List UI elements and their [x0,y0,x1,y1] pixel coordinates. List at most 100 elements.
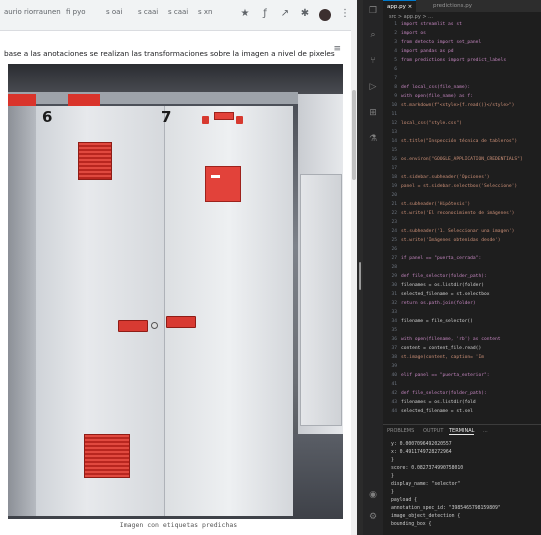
explorer-icon[interactable]: ❐ [368,6,378,16]
tab-output[interactable]: OUTPUT [423,428,443,434]
tab-label: app.py [387,4,406,10]
code-line: st.subheader('1. Seleccionar una imagen'… [401,229,515,234]
breadcrumb[interactable]: src > app.py > ... [389,14,433,20]
activity-bar: ❐ ⌕ ⑂ ▷ ⊞ ⚗ ◉ ⚙ [363,0,383,535]
puzzle-icon[interactable]: ✱ [299,8,311,22]
tab-terminal[interactable]: TERMINAL [449,428,475,435]
terminal[interactable]: y: 0.0007096492020557 x: 0.49117497282729… [383,438,541,535]
line-number: 16 [391,157,397,162]
line-number: 20 [391,193,397,198]
code-line: st.title("Inspección técnica de tableros… [401,139,518,144]
line-number: 8 [394,85,397,90]
page-menu-icon[interactable]: ≡ [333,44,341,54]
code-line: st.subheader('Hipótesis') [401,202,471,207]
bookmark-item[interactable]: s xn [198,8,212,16]
line-number: 35 [391,328,397,333]
tab-label: predictions.py [433,3,472,9]
search-icon[interactable]: ⌕ [368,30,378,40]
line-number: 44 [391,409,397,414]
line-number: 15 [391,148,397,153]
bookmark-item[interactable]: fi pyo [66,8,86,16]
tab-problems[interactable]: PROBLEMS [387,428,414,434]
terminal-line: payload { [391,498,417,503]
code-line: with open(file_name) as f: [401,94,473,99]
source-control-icon[interactable]: ⑂ [368,56,378,66]
warning-plate [205,166,241,202]
code-line: filename = file_selector() [401,319,473,324]
editor-tabs: app.py × predictions.py [383,0,541,13]
cabinet-side [8,106,36,516]
background-cabinet [300,174,342,426]
bookmark-item[interactable]: s caai [168,8,188,16]
tab-predictions-py[interactable]: predictions.py [429,0,476,12]
bookmark-item[interactable]: s caai [138,8,158,16]
toolbar-icons: ★ ƒ ↗ ✱ ⋮ [239,8,351,22]
line-number: 25 [391,238,397,243]
ceiling [8,64,343,94]
line-number: 34 [391,319,397,324]
line-number: 32 [391,301,397,306]
star-icon[interactable]: ★ [239,8,251,22]
terminal-line: } [391,474,394,479]
settings-gear-icon[interactable]: ⚙ [368,512,378,522]
line-number: 11 [391,112,397,117]
plate-text [211,175,220,178]
bookmark-item[interactable]: s oai [106,8,122,16]
pen-icon[interactable]: ↗ [279,8,291,22]
line-number: 5 [394,58,397,63]
code-line: st.markdown(f"<style>{f.read()}</style>"… [401,103,515,108]
menu-icon[interactable]: ⋮ [339,8,351,22]
cabinet-top [8,92,298,104]
code-line: filenames = os.listdir(folder) [401,283,484,288]
code-line: def local_css(file_name): [401,85,471,90]
line-number: 22 [391,211,397,216]
line-number: 13 [391,130,397,135]
terminal-line: image_object_detection { [391,514,461,519]
line-number: 26 [391,247,397,252]
red-bounding-tag [68,94,100,106]
label-plate [214,112,234,120]
indicator-light [202,116,209,124]
code-line: panel = st.sidebar.selectbox('Seleccione… [401,184,518,189]
panel-tabs: PROBLEMS OUTPUT TERMINAL ... [383,424,541,437]
flask-icon[interactable]: ⚗ [368,134,378,144]
edit-icon[interactable]: ƒ [259,8,271,22]
bookmark-item[interactable]: aurio riorraunen [4,8,61,16]
line-number: 37 [391,346,397,351]
vscode-window: ❐ ⌕ ⑂ ▷ ⊞ ⚗ ◉ ⚙ app.py × predictions.py … [363,0,541,535]
scroll-thumb[interactable] [352,90,356,180]
code-line: import os [401,31,426,36]
code-line: os.environ["GOOGLE_APPLICATION_CREDENTIA… [401,157,523,162]
code-line: content = content_file.read() [401,346,482,351]
line-number: 10 [391,103,397,108]
line-number: 36 [391,337,397,342]
cabinet-label-left: 6 [42,108,53,126]
line-number: 21 [391,202,397,207]
code-line: selected_filename = st.selectbox [401,292,490,297]
terminal-line: bounding_box { [391,522,432,527]
tab-more[interactable]: ... [483,428,488,434]
line-number: 29 [391,274,397,279]
page-description: base a las anotaciones se realizan las t… [4,49,335,58]
avatar[interactable] [319,9,331,21]
indicator-light [236,116,243,124]
tab-app-py[interactable]: app.py × [383,0,417,13]
divider-grip-icon[interactable] [359,262,361,290]
run-debug-icon[interactable]: ▷ [368,82,378,92]
line-number: 4 [394,49,397,54]
line-number: 9 [394,94,397,99]
door-handle-right [166,316,196,328]
line-number: 38 [391,355,397,360]
code-line: st.image(content, caption= 'Im [401,355,484,360]
line-number: 3 [394,40,397,45]
line-number: 28 [391,265,397,270]
extensions-icon[interactable]: ⊞ [368,108,378,118]
line-number: 2 [394,31,397,36]
code-line: st.sidebar.subheader('Opciones') [401,175,490,180]
line-number: 18 [391,175,397,180]
line-number: 24 [391,229,397,234]
code-line: if panel == "puerta_cerrada": [401,256,482,261]
door-handle-left [118,320,148,332]
account-icon[interactable]: ◉ [368,490,378,500]
code-editor[interactable]: 1 import streamlit as st 2 import os 3 from d… [383,22,541,420]
